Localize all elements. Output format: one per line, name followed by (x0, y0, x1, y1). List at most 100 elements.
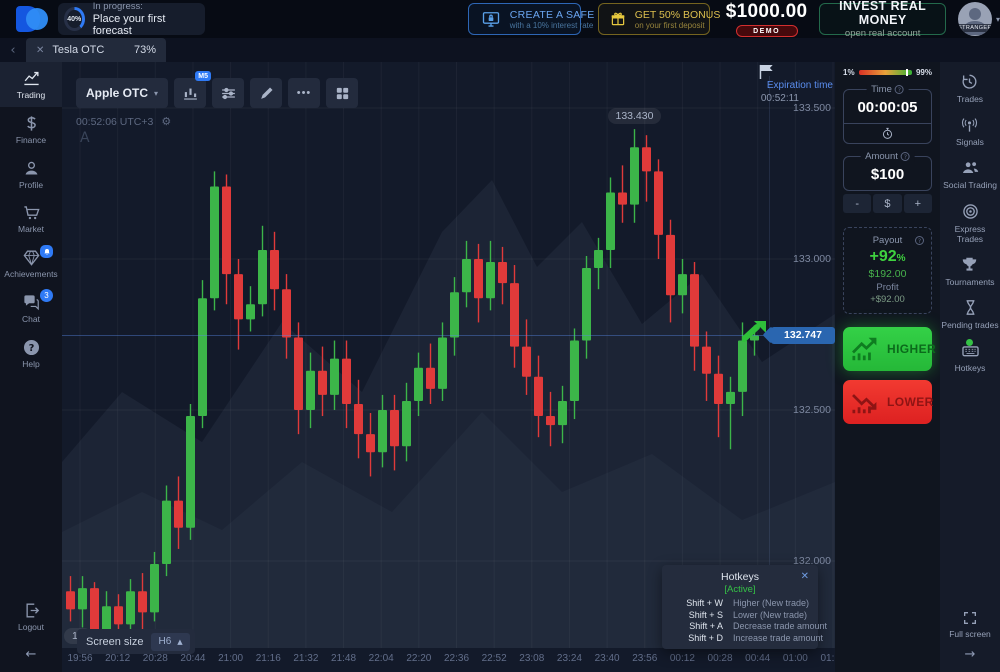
drawing-tools-button[interactable] (250, 78, 282, 108)
close-tab-icon[interactable]: ✕ (36, 45, 44, 56)
help-circle-icon[interactable]: ? (895, 85, 904, 94)
time-mode-toggle[interactable] (844, 123, 931, 143)
candle (114, 606, 123, 624)
sidebar-item-profile[interactable]: Profile (0, 152, 62, 197)
trading-app: 40% In progress: Place your first foreca… (0, 0, 1000, 672)
onboarding-progress-chip[interactable]: 40% In progress: Place your first foreca… (58, 3, 205, 35)
app-logo-icon[interactable] (16, 6, 46, 32)
higher-button[interactable]: HIGHER (843, 327, 932, 371)
finance-icon (22, 114, 41, 133)
candle (246, 304, 255, 319)
bonus-title: GET 50% BONUS (635, 9, 721, 21)
right-sidebar-item-tournaments[interactable]: Tournaments (945, 255, 994, 287)
logo-shape-2 (26, 8, 48, 30)
expiration-time: 00:52:11 (761, 93, 799, 104)
asset-tab-bar: ‹ ✕ Tesla OTC 73% (0, 38, 1000, 62)
signals-icon (960, 115, 979, 134)
collapse-right-sidebar-icon[interactable]: → (940, 639, 1000, 672)
time-axis-label: 21:16 (248, 653, 288, 664)
time-axis-label: 23:24 (549, 653, 589, 664)
candle (462, 259, 471, 292)
candle (318, 371, 327, 395)
amount-currency-button[interactable]: $ (873, 194, 901, 213)
progress-ring: 40% (64, 7, 85, 31)
candle (594, 250, 603, 268)
more-tools-button[interactable]: ••• (288, 78, 320, 108)
fullscreen-label: Full screen (949, 629, 991, 639)
account-balance[interactable]: $1000.00 DEMO (726, 1, 808, 37)
right-sidebar-item-signals[interactable]: Signals (956, 115, 984, 147)
gear-icon[interactable]: ⚙ (161, 115, 171, 128)
indicators-button[interactable] (212, 78, 244, 108)
lower-button[interactable]: LOWER (843, 380, 932, 424)
sidebar-item-finance[interactable]: Finance (0, 107, 62, 152)
payout-label: Payout (873, 235, 903, 246)
profile-menu[interactable]: STRANGER ▾ (958, 2, 1000, 36)
chart-type-button[interactable]: M5 (174, 78, 206, 108)
candlestick-type-icon (182, 85, 199, 102)
help-circle-icon[interactable]: ? (901, 152, 910, 161)
help-circle-icon[interactable]: ? (915, 236, 924, 245)
help-icon: ? (22, 338, 41, 357)
collapse-left-sidebar-icon[interactable]: ← (0, 639, 62, 672)
screen-size-control[interactable]: Screen size H6 ▲ (77, 629, 195, 654)
close-icon[interactable]: ✕ (801, 571, 809, 582)
clock-icon (881, 127, 894, 140)
invest-real-money-button[interactable]: INVEST REAL MONEY open real account (819, 3, 946, 35)
candle (306, 371, 315, 410)
hotkeys-status: [Active] (671, 584, 809, 595)
grid-icon (334, 85, 351, 102)
right-sidebar-item-trades[interactable]: Trades (957, 72, 983, 104)
candle (150, 564, 159, 612)
candle (270, 250, 279, 289)
right-sidebar-item-social[interactable]: Social Trading (943, 158, 997, 190)
candle (606, 193, 615, 250)
right-sidebar-item-express[interactable]: Express Trades (941, 202, 999, 244)
candle (510, 283, 519, 346)
sidebar-item-trading[interactable]: Trading (0, 62, 62, 107)
screen-size-label: Screen size (86, 636, 143, 648)
svg-text:?: ? (28, 343, 34, 354)
asset-tab-tesla-otc[interactable]: ✕ Tesla OTC 73% (26, 38, 166, 62)
avatar-head (969, 8, 981, 20)
time-axis-label: 22:52 (474, 653, 514, 664)
balance-amount: $1000.00 (726, 1, 808, 23)
right-sidebar-item-label: Express Trades (941, 224, 999, 244)
expiration-label: Expiration time (761, 80, 833, 91)
safe-lock-icon (481, 9, 501, 29)
safe-title: CREATE A SAFE (510, 9, 595, 21)
right-sidebar-item-label: Pending trades (941, 320, 998, 330)
symbol-select[interactable]: Apple OTC ▾ (76, 78, 168, 108)
right-sidebar-item-label: Trades (957, 94, 983, 104)
layout-grid-button[interactable] (326, 78, 358, 108)
tabs-back-chevron-icon[interactable]: ‹ (0, 43, 26, 58)
candle (234, 274, 243, 319)
profit-label: Profit (850, 282, 925, 293)
candle (474, 259, 483, 298)
amount-decrease-button[interactable]: - (843, 194, 871, 213)
sidebar-item-help[interactable]: ?Help (0, 331, 62, 376)
trading-icon (22, 69, 41, 88)
screen-size-select[interactable]: H6 ▲ (151, 633, 189, 651)
create-safe-button[interactable]: CREATE A SAFE with a 10% interest rate (468, 3, 581, 35)
sidebar-item-market[interactable]: Market (0, 196, 62, 241)
time-axis-label: 20:12 (98, 653, 138, 664)
sidebar-item-achievements[interactable]: Achievements (0, 241, 62, 286)
right-sidebar-item-hotkeys[interactable]: Hotkeys (955, 341, 986, 373)
avatar: STRANGER (958, 2, 992, 36)
right-sidebar-item-label: Hotkeys (955, 363, 986, 373)
candle (630, 147, 639, 204)
time-axis-label: 22:04 (361, 653, 401, 664)
tab-payout-percent: 73% (134, 44, 156, 56)
sidebar-item-logout[interactable]: Logout (0, 594, 62, 639)
bonus-button[interactable]: GET 50% BONUS on your first deposit (598, 3, 710, 35)
right-sidebar-item-pending[interactable]: Pending trades (941, 298, 998, 330)
avatar-label: STRANGER (958, 24, 992, 32)
amount-increase-button[interactable]: + (904, 194, 932, 213)
chevron-down-icon: ▾ (154, 89, 158, 98)
time-label: Time (871, 84, 892, 95)
time-axis-label: 23:08 (512, 653, 552, 664)
fullscreen-button[interactable]: Full screen (949, 610, 991, 639)
time-field: Time? 00:00:05 (843, 89, 932, 144)
sidebar-item-chat[interactable]: Chat3 (0, 286, 62, 331)
